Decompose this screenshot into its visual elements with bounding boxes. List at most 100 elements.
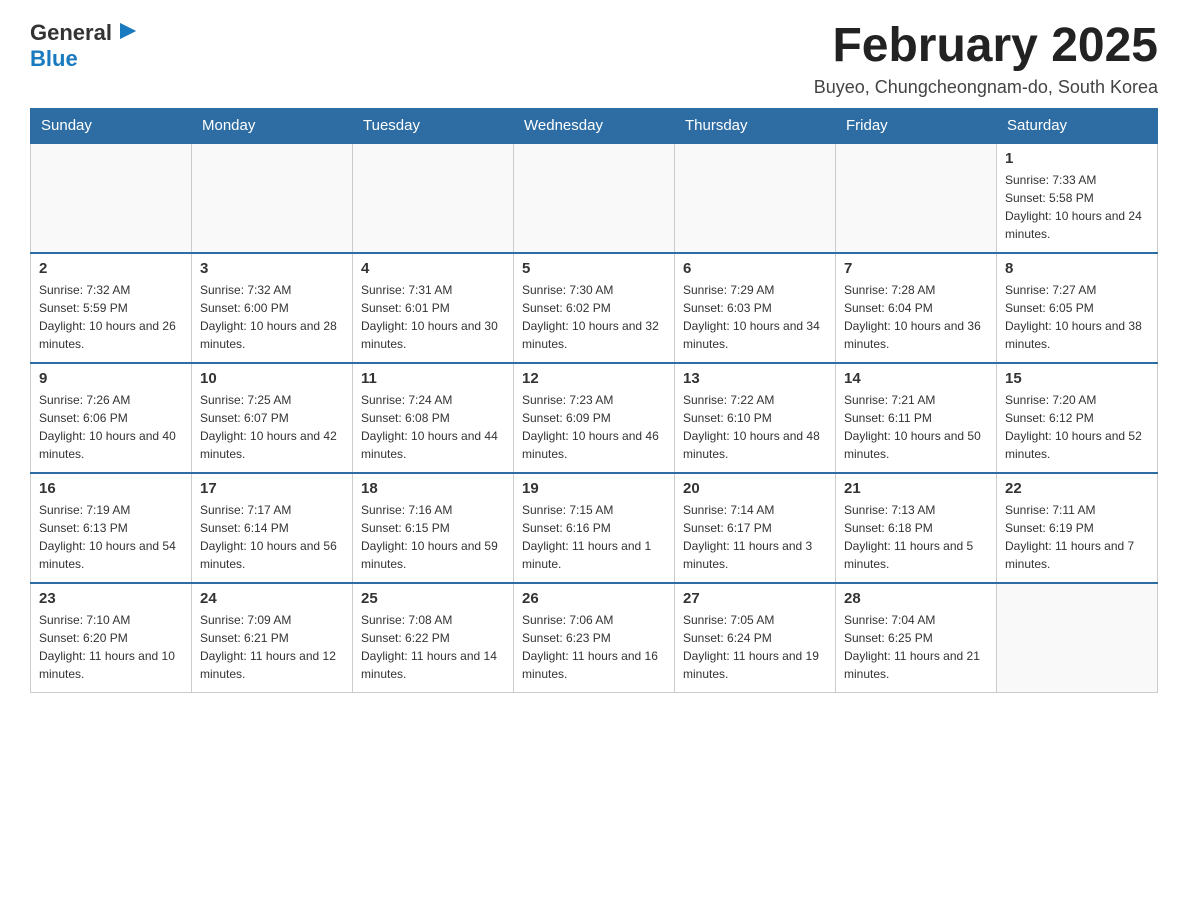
calendar-cell-w5-d4: 26Sunrise: 7:06 AM Sunset: 6:23 PM Dayli… [514,583,675,693]
day-number: 10 [200,370,344,387]
calendar-cell-w1-d4 [514,143,675,253]
day-info: Sunrise: 7:27 AM Sunset: 6:05 PM Dayligh… [1005,281,1149,353]
col-sunday: Sunday [31,108,192,143]
day-number: 26 [522,590,666,607]
day-info: Sunrise: 7:33 AM Sunset: 5:58 PM Dayligh… [1005,171,1149,243]
col-thursday: Thursday [675,108,836,143]
calendar-cell-w2-d2: 3 Sunrise: 7:32 AM Sunset: 6:00 PM Daylig… [192,253,353,363]
day-info: Sunrise: 7:09 AM Sunset: 6:21 PM Dayligh… [200,611,344,683]
calendar-week-5: 23 Sunrise: 7:10 AM Sunset: 6:20 PM Dayli… [31,583,1158,693]
day-info: Sunrise: 7:19 AM Sunset: 6:13 PM Dayligh… [39,501,183,573]
calendar-cell-w4-d4: 19 Sunrise: 7:15 AM Sunset: 6:16 PM Dayli… [514,473,675,583]
day-number: 13 [683,370,827,387]
day-info: Sunrise: 7:04 AM Sunset: 6:25 PM Dayligh… [844,611,988,683]
calendar-cell-w4-d5: 20 Sunrise: 7:14 AM Sunset: 6:17 PM Dayli… [675,473,836,583]
day-info: Sunrise: 7:32 AM Sunset: 6:00 PM Dayligh… [200,281,344,353]
day-number: 22 [1005,480,1149,497]
calendar-week-4: 16 Sunrise: 7:19 AM Sunset: 6:13 PM Dayli… [31,473,1158,583]
day-info: Sunrise: 7:14 AM Sunset: 6:17 PM Dayligh… [683,501,827,573]
col-saturday: Saturday [997,108,1158,143]
calendar-cell-w1-d3 [353,143,514,253]
day-number: 18 [361,480,505,497]
day-info: Sunrise: 7:29 AM Sunset: 6:03 PM Dayligh… [683,281,827,353]
calendar-cell-w2-d3: 4Sunrise: 7:31 AM Sunset: 6:01 PM Daylig… [353,253,514,363]
day-number: 1 [1005,150,1149,167]
day-info: Sunrise: 7:08 AM Sunset: 6:22 PM Dayligh… [361,611,505,683]
day-number: 21 [844,480,988,497]
calendar-subtitle: Buyeo, Chungcheongnam-do, South Korea [814,77,1158,98]
day-info: Sunrise: 7:10 AM Sunset: 6:20 PM Dayligh… [39,611,183,683]
day-info: Sunrise: 7:21 AM Sunset: 6:11 PM Dayligh… [844,391,988,463]
logo-general: General [30,20,112,46]
calendar-cell-w4-d3: 18 Sunrise: 7:16 AM Sunset: 6:15 PM Dayli… [353,473,514,583]
day-info: Sunrise: 7:13 AM Sunset: 6:18 PM Dayligh… [844,501,988,573]
calendar-cell-w4-d1: 16 Sunrise: 7:19 AM Sunset: 6:13 PM Dayli… [31,473,192,583]
day-number: 24 [200,590,344,607]
day-info: Sunrise: 7:24 AM Sunset: 6:08 PM Dayligh… [361,391,505,463]
calendar-cell-w3-d4: 12 Sunrise: 7:23 AM Sunset: 6:09 PM Dayli… [514,363,675,473]
day-info: Sunrise: 7:16 AM Sunset: 6:15 PM Dayligh… [361,501,505,573]
day-info: Sunrise: 7:31 AM Sunset: 6:01 PM Dayligh… [361,281,505,353]
calendar-cell-w3-d5: 13 Sunrise: 7:22 AM Sunset: 6:10 PM Dayli… [675,363,836,473]
calendar-cell-w1-d5 [675,143,836,253]
logo: General Blue [30,20,140,72]
calendar-table: Sunday Monday Tuesday Wednesday Thursday… [30,108,1158,694]
calendar-week-2: 2 Sunrise: 7:32 AM Sunset: 5:59 PM Daylig… [31,253,1158,363]
calendar-cell-w4-d2: 17Sunrise: 7:17 AM Sunset: 6:14 PM Dayli… [192,473,353,583]
day-number: 28 [844,590,988,607]
day-info: Sunrise: 7:30 AM Sunset: 6:02 PM Dayligh… [522,281,666,353]
calendar-cell-w3-d7: 15Sunrise: 7:20 AM Sunset: 6:12 PM Dayli… [997,363,1158,473]
calendar-cell-w5-d1: 23 Sunrise: 7:10 AM Sunset: 6:20 PM Dayli… [31,583,192,693]
title-block: February 2025 Buyeo, Chungcheongnam-do, … [814,20,1158,98]
day-info: Sunrise: 7:22 AM Sunset: 6:10 PM Dayligh… [683,391,827,463]
day-info: Sunrise: 7:26 AM Sunset: 6:06 PM Dayligh… [39,391,183,463]
calendar-cell-w5-d5: 27Sunrise: 7:05 AM Sunset: 6:24 PM Dayli… [675,583,836,693]
calendar-cell-w2-d4: 5 Sunrise: 7:30 AM Sunset: 6:02 PM Daylig… [514,253,675,363]
day-number: 20 [683,480,827,497]
calendar-cell-w2-d6: 7 Sunrise: 7:28 AM Sunset: 6:04 PM Daylig… [836,253,997,363]
day-info: Sunrise: 7:25 AM Sunset: 6:07 PM Dayligh… [200,391,344,463]
calendar-cell-w1-d1 [31,143,192,253]
day-number: 3 [200,260,344,277]
day-info: Sunrise: 7:17 AM Sunset: 6:14 PM Dayligh… [200,501,344,573]
calendar-cell-w3-d3: 11Sunrise: 7:24 AM Sunset: 6:08 PM Dayli… [353,363,514,473]
calendar-cell-w3-d6: 14 Sunrise: 7:21 AM Sunset: 6:11 PM Dayli… [836,363,997,473]
calendar-cell-w4-d6: 21 Sunrise: 7:13 AM Sunset: 6:18 PM Dayli… [836,473,997,583]
day-info: Sunrise: 7:05 AM Sunset: 6:24 PM Dayligh… [683,611,827,683]
calendar-header-row: Sunday Monday Tuesday Wednesday Thursday… [31,108,1158,143]
day-number: 23 [39,590,183,607]
day-number: 8 [1005,260,1149,277]
day-number: 6 [683,260,827,277]
day-number: 5 [522,260,666,277]
calendar-cell-w2-d5: 6 Sunrise: 7:29 AM Sunset: 6:03 PM Daylig… [675,253,836,363]
day-info: Sunrise: 7:15 AM Sunset: 6:16 PM Dayligh… [522,501,666,573]
calendar-cell-w5-d6: 28 Sunrise: 7:04 AM Sunset: 6:25 PM Dayli… [836,583,997,693]
calendar-week-1: 1 Sunrise: 7:33 AM Sunset: 5:58 PM Daylig… [31,143,1158,253]
col-friday: Friday [836,108,997,143]
day-number: 12 [522,370,666,387]
logo-flag-icon [116,21,140,45]
day-number: 15 [1005,370,1149,387]
calendar-cell-w1-d7: 1 Sunrise: 7:33 AM Sunset: 5:58 PM Daylig… [997,143,1158,253]
calendar-cell-w2-d1: 2 Sunrise: 7:32 AM Sunset: 5:59 PM Daylig… [31,253,192,363]
day-number: 16 [39,480,183,497]
day-number: 9 [39,370,183,387]
day-info: Sunrise: 7:32 AM Sunset: 5:59 PM Dayligh… [39,281,183,353]
col-monday: Monday [192,108,353,143]
calendar-cell-w3-d1: 9 Sunrise: 7:26 AM Sunset: 6:06 PM Daylig… [31,363,192,473]
calendar-cell-w1-d6 [836,143,997,253]
day-number: 7 [844,260,988,277]
col-tuesday: Tuesday [353,108,514,143]
calendar-cell-w4-d7: 22Sunrise: 7:11 AM Sunset: 6:19 PM Dayli… [997,473,1158,583]
calendar-cell-w2-d7: 8 Sunrise: 7:27 AM Sunset: 6:05 PM Daylig… [997,253,1158,363]
calendar-cell-w5-d3: 25Sunrise: 7:08 AM Sunset: 6:22 PM Dayli… [353,583,514,693]
col-wednesday: Wednesday [514,108,675,143]
day-number: 14 [844,370,988,387]
day-number: 19 [522,480,666,497]
day-number: 2 [39,260,183,277]
day-info: Sunrise: 7:28 AM Sunset: 6:04 PM Dayligh… [844,281,988,353]
calendar-cell-w1-d2 [192,143,353,253]
day-info: Sunrise: 7:23 AM Sunset: 6:09 PM Dayligh… [522,391,666,463]
calendar-cell-w5-d2: 24 Sunrise: 7:09 AM Sunset: 6:21 PM Dayli… [192,583,353,693]
calendar-week-3: 9 Sunrise: 7:26 AM Sunset: 6:06 PM Daylig… [31,363,1158,473]
